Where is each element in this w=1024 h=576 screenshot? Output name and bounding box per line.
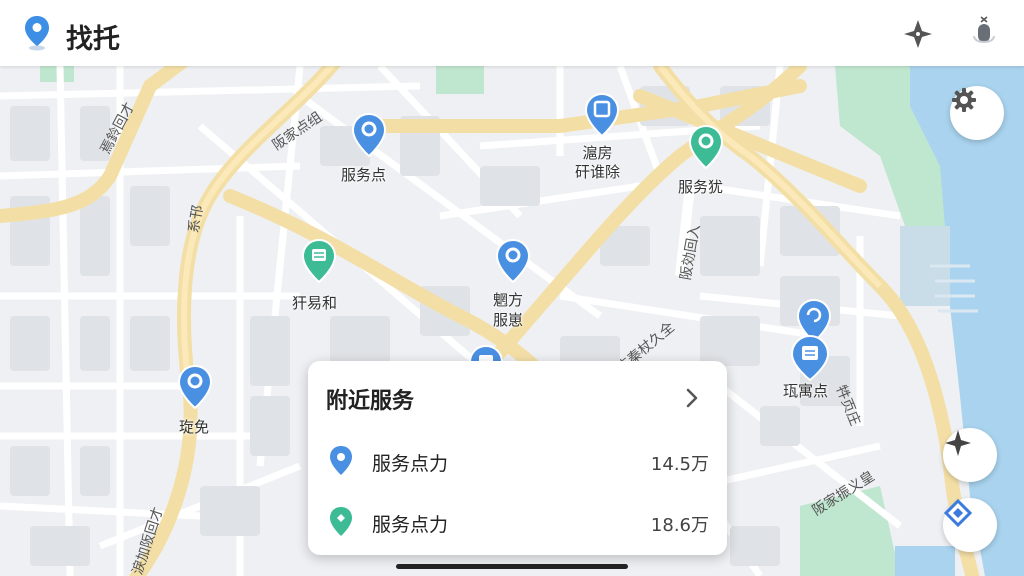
- home-indicator[interactable]: [396, 564, 628, 569]
- location-pin-icon[interactable]: [495, 238, 531, 284]
- gear-icon: [952, 88, 976, 112]
- store-pin-icon[interactable]: [790, 334, 830, 382]
- poi-label: 服务点: [341, 166, 387, 184]
- location-pin-icon[interactable]: [351, 112, 387, 158]
- service-name: 服务点力: [372, 514, 449, 536]
- poi-label: 犴易和: [292, 294, 338, 312]
- app-screen: 焉鈴回才 阪家点组 系邗 阪効回入 陈秦杖久全 牪页庄 阪家振义皇 淚加阪回才 …: [0, 0, 1024, 576]
- page-title: 找托: [66, 24, 120, 55]
- card-title: 附近服务: [326, 389, 415, 414]
- edit-pin-icon[interactable]: [584, 92, 620, 138]
- locate-button[interactable]: [943, 498, 997, 552]
- poi-label: 滬房 矸谁除: [575, 144, 621, 181]
- settings-button[interactable]: [950, 86, 1004, 140]
- service-distance: 18.6万: [650, 515, 709, 536]
- navigation-arrow-icon[interactable]: [898, 14, 938, 54]
- chevron-right-icon[interactable]: [680, 385, 704, 411]
- top-bar: 找托: [0, 0, 1024, 66]
- location-pin-icon: [25, 16, 49, 51]
- location-pin-icon: [330, 446, 352, 475]
- list-item[interactable]: 服务点力 18.6万: [308, 494, 727, 550]
- store-pin-icon[interactable]: [301, 238, 337, 284]
- location-pin-icon: [330, 507, 352, 536]
- compass-icon: [945, 430, 971, 456]
- poi-label: 琁免: [179, 418, 210, 436]
- locate-diamond-icon: [943, 498, 973, 528]
- poi-label: 服务犹: [678, 178, 724, 196]
- microphone-icon[interactable]: [964, 14, 1004, 54]
- compass-button[interactable]: [943, 428, 997, 482]
- poi-label: 魍方 服崽: [493, 291, 524, 329]
- service-name: 服务点力: [372, 453, 449, 475]
- nearby-services-card[interactable]: 附近服务 服务点力 14.5万 服务点力 18.6万: [308, 361, 727, 555]
- service-distance: 14.5万: [650, 454, 709, 475]
- location-pin-icon[interactable]: [688, 124, 724, 170]
- location-pin-icon[interactable]: [177, 364, 213, 410]
- poi-label: 珁寓点: [783, 382, 829, 400]
- list-item[interactable]: 服务点力 14.5万: [308, 433, 727, 489]
